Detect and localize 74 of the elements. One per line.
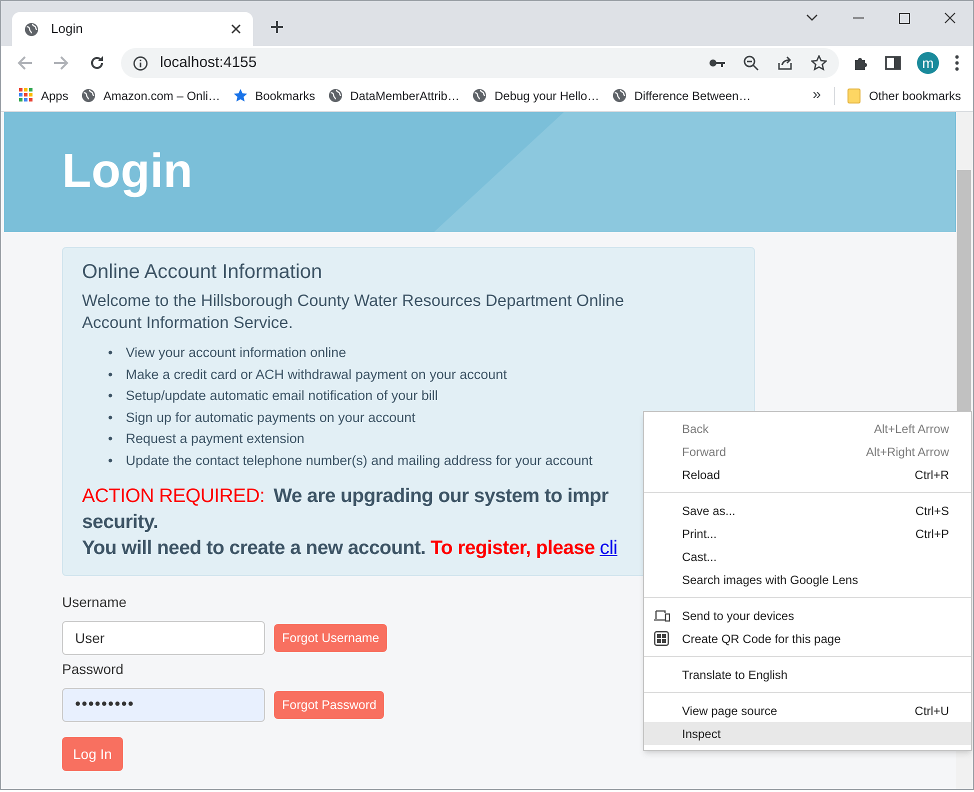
folder-icon — [846, 88, 861, 104]
feature-list-item: Setup/update automatic email notification of your bill — [126, 387, 438, 405]
globe-icon — [81, 88, 96, 103]
bookmark[interactable]: Difference Between… — [612, 86, 751, 104]
bookmark[interactable]: Bookmarks — [233, 86, 316, 104]
side-panel-icon[interactable] — [885, 56, 901, 70]
panel-title: Online Account Information — [82, 260, 324, 284]
star-icon[interactable] — [811, 55, 827, 71]
qr-code-icon — [654, 631, 669, 646]
bullet-mark: • — [108, 344, 113, 362]
bullet-mark: • — [108, 452, 113, 470]
action-text: security. — [82, 511, 158, 533]
register-link[interactable]: cli — [600, 535, 618, 561]
bookmark[interactable]: Amazon.com – Onli… — [81, 86, 220, 104]
menu-item[interactable]: Search images with Google Lens — [644, 568, 971, 591]
tab-title: Login — [51, 20, 84, 38]
address-bar[interactable]: localhost:4155 — [121, 48, 839, 78]
bullet-mark: • — [108, 387, 113, 405]
devices-icon — [654, 610, 670, 622]
feature-list-item: Sign up for automatic payments on your account — [126, 408, 416, 427]
back-arrow-icon — [18, 56, 33, 70]
register-text: To register, please — [430, 536, 595, 561]
key-icon[interactable] — [709, 58, 725, 68]
plus-icon — [270, 20, 284, 34]
reload-icon — [89, 55, 105, 71]
bullet-mark: • — [108, 430, 113, 448]
close-icon — [944, 12, 956, 24]
maximize-icon — [898, 12, 910, 24]
info-icon — [133, 56, 148, 70]
password-label: Password — [62, 660, 124, 679]
page-heading: Login — [62, 144, 193, 200]
bullet-mark: • — [108, 408, 113, 426]
bookmark[interactable]: Apps — [19, 86, 68, 104]
globe-icon — [472, 88, 488, 103]
feature-list-item: View your account information online — [126, 344, 346, 362]
welcome-text: Welcome to the Hillsborough County Water Resources Department Online Account Information Service. — [82, 291, 625, 334]
more-icon[interactable] — [955, 55, 959, 71]
action-label: ACTION REQUIRED: — [82, 484, 265, 509]
forward-arrow-icon — [53, 56, 68, 70]
menu-item[interactable]: Inspect — [644, 722, 971, 745]
overflow-chevron[interactable]: » — [812, 84, 821, 107]
menu-item[interactable]: Print... Ctrl+P — [644, 522, 971, 545]
globe-icon — [328, 88, 344, 103]
url-text: localhost:4155 — [160, 52, 257, 73]
puzzle-icon[interactable] — [853, 55, 869, 71]
globe-icon — [612, 88, 628, 103]
profile-avatar[interactable]: m — [917, 52, 939, 74]
bullet-mark: • — [108, 366, 113, 384]
feature-list-item: Update the contact telephone number(s) and mailing address for your account — [126, 452, 593, 470]
bookmark[interactable]: DataMemberAttrib… — [328, 86, 460, 104]
menu-item[interactable]: Send to your devices — [644, 604, 971, 627]
bookmark[interactable]: Debug your Hello… — [472, 86, 600, 104]
browser-tab[interactable]: Login — [12, 12, 253, 46]
feature-list-item: Request a payment extension — [126, 430, 304, 448]
username-field[interactable]: User — [62, 621, 265, 655]
feature-list-item: Make a credit card or ACH withdrawal payment on your account — [126, 366, 507, 384]
zoom-out-icon[interactable] — [743, 55, 759, 71]
menu-item[interactable]: Save as... Ctrl+S — [644, 499, 971, 522]
menu-item[interactable]: Cast... — [644, 545, 971, 568]
menu-item[interactable]: Reload Ctrl+R — [644, 463, 971, 486]
share-icon[interactable] — [777, 55, 793, 71]
password-field[interactable]: ••••••••• — [62, 688, 265, 722]
username-label: Username — [62, 593, 127, 612]
chevron-down-icon — [806, 14, 818, 21]
close-icon[interactable] — [231, 24, 241, 34]
menu-item[interactable]: Translate to English — [644, 663, 971, 686]
apps-grid-icon — [19, 88, 34, 103]
menu-item[interactable]: Create QR Code for this page — [644, 627, 971, 650]
other-bookmarks[interactable]: Other bookmarks — [834, 86, 961, 104]
action-text: We are upgrading our system to impr — [274, 484, 608, 509]
notice-text: You will need to create a new account. — [82, 536, 426, 561]
globe-icon — [24, 22, 39, 36]
menu-item[interactable]: View page source Ctrl+U — [644, 699, 971, 722]
star-icon — [233, 88, 248, 103]
